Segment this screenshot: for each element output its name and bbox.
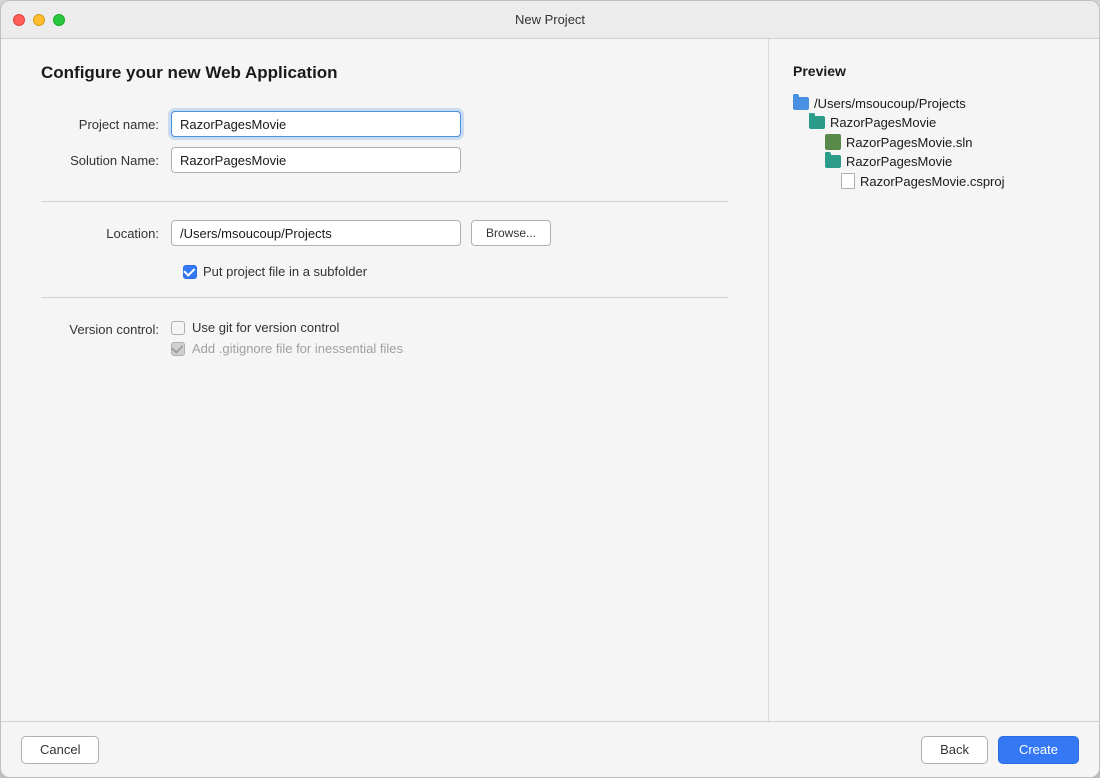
gitignore-checkbox: [171, 342, 185, 356]
gitignore-label: Add .gitignore file for inessential file…: [192, 341, 403, 356]
use-git-row: Use git for version control: [171, 320, 403, 335]
form-area: Project name: Solution Name:: [41, 111, 728, 183]
main-content: Configure your new Web Application Proje…: [1, 39, 1099, 721]
location-input[interactable]: [171, 220, 461, 246]
project-name-row: Project name:: [41, 111, 728, 137]
new-project-window: New Project Configure your new Web Appli…: [0, 0, 1100, 778]
close-button[interactable]: [13, 14, 25, 26]
tree-item-sln: RazorPagesMovie.sln: [793, 133, 1075, 151]
tree-item-project-folder-label: RazorPagesMovie: [830, 115, 936, 130]
project-name-label: Project name:: [41, 117, 171, 132]
window-title: New Project: [515, 12, 585, 27]
tree-item-sln-label: RazorPagesMovie.sln: [846, 135, 972, 150]
use-git-checkbox[interactable]: [171, 321, 185, 335]
section-title: Configure your new Web Application: [41, 63, 728, 83]
tree-item-root: /Users/msoucoup/Projects: [793, 95, 1075, 112]
location-label: Location:: [41, 226, 171, 241]
project-name-input[interactable]: [171, 111, 461, 137]
solution-name-row: Solution Name:: [41, 147, 728, 173]
minimize-button[interactable]: [33, 14, 45, 26]
bottom-bar: Cancel Back Create: [1, 721, 1099, 777]
subfolder-text: Put project file in a subfolder: [203, 264, 367, 279]
traffic-lights: [13, 14, 65, 26]
location-row: Location: Browse...: [41, 220, 728, 246]
file-tree: /Users/msoucoup/Projects RazorPagesMovie…: [793, 95, 1075, 190]
subfolder-checkbox-row: Put project file in a subfolder: [183, 264, 728, 279]
gitignore-row: Add .gitignore file for inessential file…: [171, 341, 403, 356]
folder-icon-sub: [825, 155, 841, 168]
solution-name-label: Solution Name:: [41, 153, 171, 168]
subfolder-checkbox[interactable]: [183, 265, 197, 279]
preview-title: Preview: [793, 63, 1075, 79]
subfolder-label[interactable]: Put project file in a subfolder: [183, 264, 367, 279]
separator-2: [41, 297, 728, 298]
cancel-button[interactable]: Cancel: [21, 736, 99, 764]
folder-icon-project: [809, 116, 825, 129]
folder-icon-root: [793, 97, 809, 110]
version-options: Use git for version control Add .gitigno…: [171, 320, 403, 356]
sln-file-icon: [825, 134, 841, 150]
tree-item-project-folder: RazorPagesMovie: [793, 114, 1075, 131]
title-bar: New Project: [1, 1, 1099, 39]
tree-item-root-label: /Users/msoucoup/Projects: [814, 96, 966, 111]
tree-item-sub-folder-label: RazorPagesMovie: [846, 154, 952, 169]
use-git-label: Use git for version control: [192, 320, 339, 335]
tree-item-csproj-label: RazorPagesMovie.csproj: [860, 174, 1005, 189]
solution-name-input[interactable]: [171, 147, 461, 173]
tree-item-csproj: RazorPagesMovie.csproj: [793, 172, 1075, 190]
version-control-label: Version control:: [41, 320, 171, 337]
create-button[interactable]: Create: [998, 736, 1079, 764]
left-panel: Configure your new Web Application Proje…: [1, 39, 769, 721]
browse-button[interactable]: Browse...: [471, 220, 551, 246]
tree-item-sub-folder: RazorPagesMovie: [793, 153, 1075, 170]
right-panel: Preview /Users/msoucoup/Projects RazorPa…: [769, 39, 1099, 721]
csproj-file-icon: [841, 173, 855, 189]
maximize-button[interactable]: [53, 14, 65, 26]
version-control-section: Version control: Use git for version con…: [41, 320, 728, 356]
right-buttons: Back Create: [921, 736, 1079, 764]
version-control-row: Version control: Use git for version con…: [41, 320, 728, 356]
back-button[interactable]: Back: [921, 736, 988, 764]
separator-1: [41, 201, 728, 202]
